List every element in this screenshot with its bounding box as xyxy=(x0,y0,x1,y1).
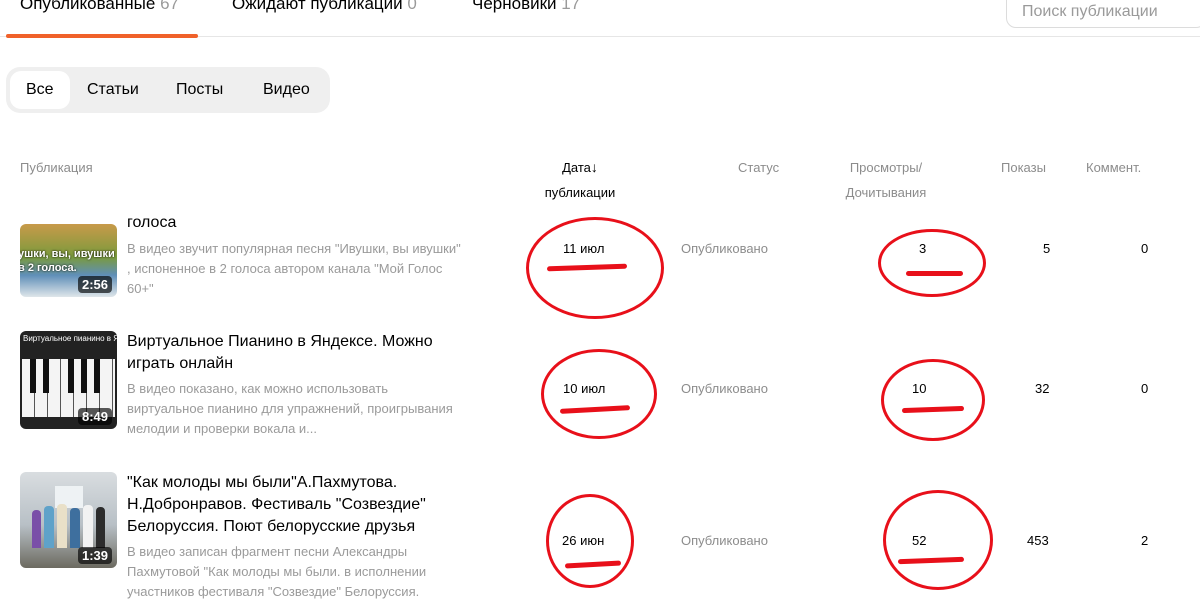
annotation-underline-views xyxy=(906,271,963,276)
shows-count: 32 xyxy=(1035,381,1050,396)
thumbnail-caption: ушки, вы, ивушки в 2 голоса. xyxy=(20,248,115,274)
content-type-filter: Все Статьи Посты Видео xyxy=(6,67,330,113)
publication-status: Опубликовано xyxy=(681,533,768,548)
publication-status: Опубликовано xyxy=(681,381,768,396)
column-header-comments[interactable]: Коммент. xyxy=(1086,155,1141,180)
column-header-date[interactable]: Дата↓ публикации xyxy=(530,155,630,205)
sort-arrow-icon: ↓ xyxy=(590,159,598,175)
active-tab-indicator xyxy=(6,34,198,38)
annotation-circle-date xyxy=(541,349,657,439)
tab-label: Черновики xyxy=(472,0,557,13)
column-header-status: Статус xyxy=(738,160,780,175)
shows-count: 453 xyxy=(1027,533,1049,548)
tab-count: 67 xyxy=(160,0,179,13)
date-header-line1: Дата xyxy=(562,160,591,175)
annotation-circle-date xyxy=(546,494,634,588)
thumbnail-caption: Виртуальное пианино в Яндексе xyxy=(23,334,117,343)
search-input[interactable] xyxy=(1007,0,1200,27)
tab-drafts[interactable]: Черновики 17 xyxy=(472,0,580,14)
views-header-line1: Просмотры/ xyxy=(849,160,923,175)
video-thumbnail[interactable]: 1:39 xyxy=(20,472,117,568)
video-thumbnail[interactable]: ушки, вы, ивушки в 2 голоса. 2:56 xyxy=(20,224,117,297)
publication-status: Опубликовано xyxy=(681,241,768,256)
filter-all[interactable]: Все xyxy=(10,71,70,109)
filter-articles[interactable]: Статьи xyxy=(71,71,155,109)
views-header-line2: Дочитывания xyxy=(845,185,927,200)
publication-title[interactable]: Виртуальное Пианино в Яндексе. Можно игр… xyxy=(127,331,472,375)
comments-count: 0 xyxy=(1141,381,1149,396)
annotation-circle-views xyxy=(883,490,993,590)
publication-description: В видео показано, как можно использовать… xyxy=(127,381,453,436)
column-header-shows[interactable]: Показы xyxy=(1001,155,1046,180)
tab-count: 0 xyxy=(407,0,417,13)
annotation-circle-views xyxy=(878,229,986,297)
shows-count: 5 xyxy=(1043,241,1051,256)
video-duration: 2:56 xyxy=(77,276,112,293)
publication-title[interactable]: "Как молоды мы были"А.Пахмутова. Н.Добро… xyxy=(127,472,472,538)
tab-label: Опубликованные xyxy=(20,0,156,13)
publication-description: В видео звучит популярная песня "Ивушки,… xyxy=(127,241,461,296)
column-header-publication: Публикация xyxy=(20,160,93,175)
comments-count: 2 xyxy=(1141,533,1149,548)
tab-label: Ожидают публикации xyxy=(232,0,403,13)
filter-video[interactable]: Видео xyxy=(247,71,326,109)
column-header-views[interactable]: Просмотры/ Дочитывания xyxy=(836,155,936,205)
performers-image xyxy=(32,502,107,552)
date-header-line2: публикации xyxy=(544,185,616,200)
tab-published[interactable]: Опубликованные 67 xyxy=(20,0,179,14)
comments-count: 0 xyxy=(1141,241,1149,256)
tab-pending[interactable]: Ожидают публикации 0 xyxy=(232,0,417,14)
tab-count: 17 xyxy=(561,0,581,13)
video-duration: 8:49 xyxy=(77,408,112,425)
filter-posts[interactable]: Посты xyxy=(160,71,239,109)
publication-title[interactable]: голоса xyxy=(127,212,472,234)
video-thumbnail[interactable]: Виртуальное пианино в Яндексе 8:49 xyxy=(20,331,117,429)
video-duration: 1:39 xyxy=(77,547,112,564)
publication-description: В видео записан фрагмент песни Александр… xyxy=(127,544,427,599)
annotation-circle-views xyxy=(881,359,985,441)
search-box[interactable] xyxy=(1006,0,1200,28)
